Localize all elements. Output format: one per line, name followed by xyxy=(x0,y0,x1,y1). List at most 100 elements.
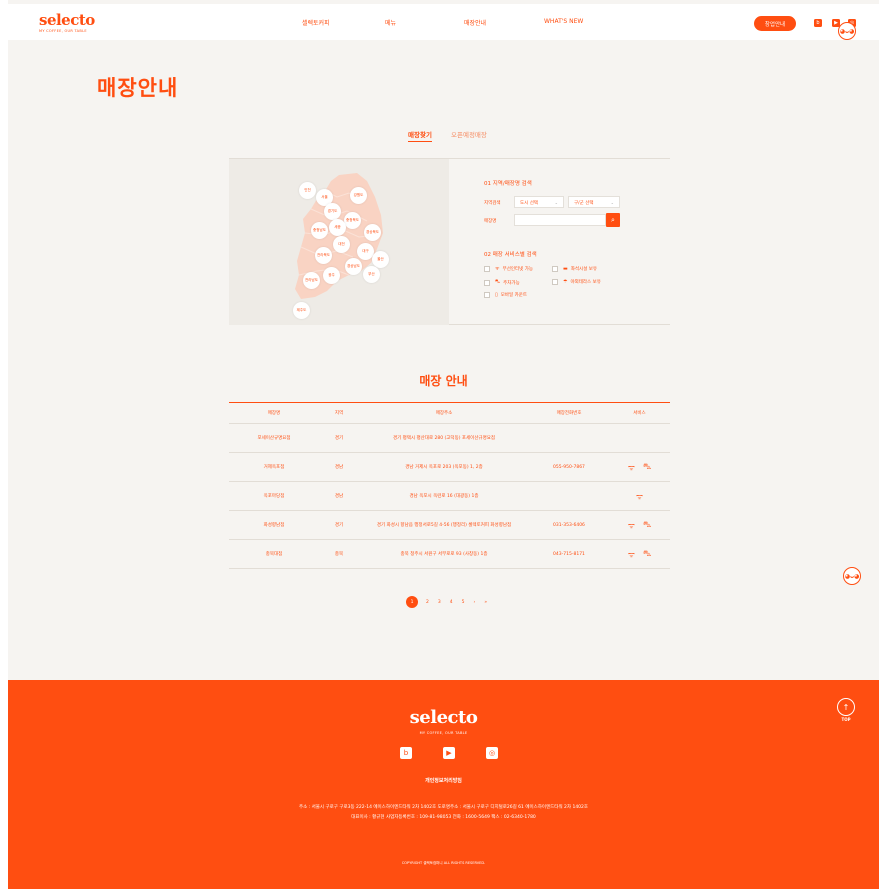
region-search-title: 01 지역/매장명 검색 xyxy=(484,181,532,187)
store-finder: 인천 서울 강원도 경기도 충청북도 세종 충청남도 경상북도 대전 대구 울산… xyxy=(229,158,670,325)
service-filter-seating[interactable]: ▬ 좌석시설 보유 xyxy=(552,266,597,272)
search-icon: ⌕ xyxy=(611,215,615,224)
checkbox[interactable] xyxy=(552,279,558,285)
checkbox[interactable] xyxy=(484,279,490,286)
store-region: 경기 xyxy=(334,523,344,528)
service-filter-label: 좌석시설 보유 xyxy=(570,267,598,272)
map-pin-busan[interactable]: 부산 xyxy=(363,266,380,283)
map-pin-jeju[interactable]: 제주도 xyxy=(293,302,310,319)
store-address: 경남 거제시 옥포로 203 (옥포동) 1, 2층 xyxy=(405,465,483,470)
blog-icon[interactable]: b xyxy=(814,19,822,27)
car-icon: ⛍ xyxy=(643,462,652,471)
next-page-button[interactable]: › xyxy=(474,600,476,605)
page-1[interactable]: 1 xyxy=(406,596,418,608)
col-header-service: 서비스 xyxy=(633,411,646,416)
search-button[interactable]: ⌕ xyxy=(606,213,620,227)
store-address: 경남 옥포시 옥련로 16 (대광동) 1층 xyxy=(409,494,479,499)
scroll-top-button[interactable]: ↑ xyxy=(837,698,855,716)
page-3[interactable]: 3 xyxy=(438,600,441,605)
mascot-icon[interactable]: ◕ᴗ◕ xyxy=(838,22,856,40)
map-pin-jeonnam[interactable]: 전라남도 xyxy=(303,272,320,289)
service-filter-mobile[interactable]: ▯ 모바일 카운트 xyxy=(484,292,527,298)
store-region: 경기 xyxy=(334,436,344,441)
store-name[interactable]: 옥포마당점 xyxy=(229,482,319,510)
store-name-label: 매장명 xyxy=(484,219,497,224)
chevron-down-icon: ⌄ xyxy=(610,200,614,205)
district-select[interactable]: 구/군 선택 ⌄ xyxy=(568,196,620,208)
map-pin-daejeon[interactable]: 대전 xyxy=(333,236,350,253)
map-pin-gyeongnam[interactable]: 경상남도 xyxy=(345,258,362,275)
map-pin-gwangju[interactable]: 광주 xyxy=(323,267,340,284)
store-phone: 031-353-6406 xyxy=(553,522,585,528)
col-header-region: 지역 xyxy=(334,411,344,416)
store-phone: 043-715-8171 xyxy=(553,551,585,557)
tab-upcoming-stores[interactable]: 오픈예정매장 xyxy=(451,129,487,139)
service-filter-terrace[interactable]: ☂ 야외테라스 보유 xyxy=(552,279,601,285)
nav-item-coffee[interactable]: 셀렉토커피 xyxy=(302,18,330,27)
nav-item-stores[interactable]: 매장안내 xyxy=(464,18,486,27)
chevron-down-icon: ⌄ xyxy=(554,200,558,205)
store-phone: 055-950-7867 xyxy=(553,464,585,470)
store-list-title: 매장 안내 xyxy=(419,374,468,388)
page-5[interactable]: 5 xyxy=(462,600,465,605)
store-name[interactable]: 화성향남점 xyxy=(229,511,319,539)
youtube-icon[interactable]: ▶ xyxy=(443,747,455,759)
service-filter-parking[interactable]: ⛍ 주차가능 xyxy=(484,279,520,286)
page-2[interactable]: 2 xyxy=(426,600,429,605)
footer-logo[interactable]: selecto xyxy=(8,707,879,728)
table-row[interactable]: 거제옥포점 경남 경남 거제시 옥포로 203 (옥포동) 1, 2층 055-… xyxy=(229,453,670,482)
map-pin-sejong[interactable]: 세종 xyxy=(329,219,346,236)
wifi-icon: ᯤ xyxy=(495,266,500,272)
checkbox[interactable] xyxy=(552,266,558,272)
pagination: 1 2 3 4 5 › » xyxy=(406,596,496,608)
map-pin-gyeongbuk[interactable]: 경상북도 xyxy=(364,224,381,241)
privacy-policy-link[interactable]: 개인정보처리방침 xyxy=(8,777,879,784)
map-pin-jeonbuk[interactable]: 전라북도 xyxy=(315,247,332,264)
map-pin-ulsan[interactable]: 울산 xyxy=(372,251,389,268)
page-frame: selecto MY COFFEE, OUR TABLE 셀렉토커피 메뉴 매장… xyxy=(8,0,879,889)
wifi-icon: ᯤ xyxy=(627,549,636,559)
table-row[interactable]: 포세이산규명요점 경기 경기 평택시 평산대로 280 (고덕동) 포세이산규명… xyxy=(229,424,670,453)
store-phone xyxy=(529,424,609,452)
map-pin-incheon[interactable]: 인천 xyxy=(299,182,316,199)
search-panel: 01 지역/매장명 검색 지역검색 도시 선택 ⌄ 구/군 선택 ⌄ 매장명 ⌕ 0… xyxy=(484,179,664,298)
nav-item-whats-new[interactable]: WHAT'S NEW xyxy=(544,18,583,25)
store-region: 경남 xyxy=(334,465,344,470)
table-row[interactable]: 충북대점 충북 충북 청주시 서원구 서부로로 93 (사창동) 1층 043-… xyxy=(229,540,670,569)
map-pin-gyeonggi[interactable]: 경기도 xyxy=(324,203,341,220)
checkbox[interactable] xyxy=(484,292,490,298)
chat-mascot-button[interactable]: ◕ᴗ◕ xyxy=(843,567,861,585)
header: selecto MY COFFEE, OUR TABLE 셀렉토커피 메뉴 매장… xyxy=(8,4,879,40)
district-select-value: 구/군 선택 xyxy=(574,201,594,206)
map-pin-chungbuk[interactable]: 충청북도 xyxy=(344,212,361,229)
map-pin-chungnam[interactable]: 충청남도 xyxy=(311,222,328,239)
nav-item-menu[interactable]: 메뉴 xyxy=(385,18,396,27)
korea-map[interactable]: 인천 서울 강원도 경기도 충청북도 세종 충청남도 경상북도 대전 대구 울산… xyxy=(229,159,449,325)
store-table: 매장명 지역 매장주소 매장전화번호 서비스 포세이산규명요점 경기 경기 평택… xyxy=(229,402,670,569)
wifi-icon: ᯤ xyxy=(627,520,636,530)
store-name[interactable]: 거제옥포점 xyxy=(229,453,319,481)
service-filter-wifi[interactable]: ᯤ 무선인터넷 가능 xyxy=(484,266,533,272)
service-filter-label: 무선인터넷 가능 xyxy=(502,267,533,272)
store-region: 충북 xyxy=(334,552,344,557)
checkbox[interactable] xyxy=(484,266,490,272)
map-pin-gangwon[interactable]: 강원도 xyxy=(350,187,367,204)
instagram-icon[interactable]: ◎ xyxy=(486,747,498,759)
store-name[interactable]: 포세이산규명요점 xyxy=(229,424,319,452)
store-services: ᯤ ⛍ xyxy=(609,453,670,481)
tab-store-search[interactable]: 매장찾기 xyxy=(408,129,432,142)
page-4[interactable]: 4 xyxy=(450,600,453,605)
store-name[interactable]: 충북대점 xyxy=(229,540,319,568)
blog-icon[interactable]: b xyxy=(400,747,412,759)
store-address: 충북 청주시 서원구 서부로로 93 (사창동) 1층 xyxy=(400,552,488,557)
store-name-input[interactable] xyxy=(514,214,606,226)
last-page-button[interactable]: » xyxy=(484,600,487,605)
franchise-button[interactable]: 창업안내 xyxy=(754,16,796,31)
col-header-phone: 매장전화번호 xyxy=(556,411,582,416)
table-row[interactable]: 화성향남점 경기 경기 화성시 향남읍 행정서로5길 4-56 (행정리) 셀렉… xyxy=(229,511,670,540)
umbrella-icon: ☂ xyxy=(563,279,568,285)
col-header-name: 매장명 xyxy=(267,411,281,416)
brand-logo[interactable]: selecto xyxy=(39,11,95,29)
table-row[interactable]: 옥포마당점 경남 경남 옥포시 옥련로 16 (대광동) 1층 ᯤ xyxy=(229,482,670,511)
city-select[interactable]: 도시 선택 ⌄ xyxy=(514,196,564,208)
